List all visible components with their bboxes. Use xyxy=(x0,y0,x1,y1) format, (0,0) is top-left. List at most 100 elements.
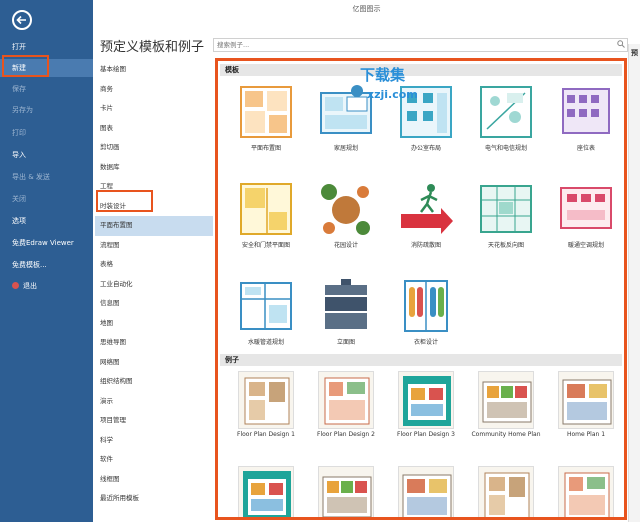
template-tile[interactable]: 水暖管道规划 xyxy=(226,275,306,347)
example-label: Community Home Plan xyxy=(471,431,541,438)
sidebar-item-save[interactable]: 保存 xyxy=(0,80,93,98)
category-item[interactable]: 时装设计 xyxy=(95,197,213,217)
example-tile[interactable]: Community Home Plan xyxy=(466,371,546,439)
category-item[interactable]: 软件 xyxy=(95,450,213,470)
category-item[interactable]: 工程 xyxy=(95,177,213,197)
templates-section-header: 模板 xyxy=(220,64,622,76)
template-label: 立面图 xyxy=(336,339,355,346)
example-thumbnail[interactable] xyxy=(238,466,294,517)
sidebar-item-import[interactable]: 导入 xyxy=(0,146,93,164)
example-thumbnail xyxy=(478,371,534,429)
search-icon[interactable] xyxy=(617,40,625,48)
template-label: 安全和门禁平面图 xyxy=(241,242,290,249)
sidebar-item-close[interactable]: 关闭 xyxy=(0,190,93,208)
category-item[interactable]: 图表 xyxy=(95,119,213,139)
category-item[interactable]: 数据库 xyxy=(95,158,213,178)
example-thumbnail xyxy=(238,371,294,429)
template-thumbnail xyxy=(317,275,375,337)
template-tile[interactable]: 立面图 xyxy=(306,275,386,347)
watermark-title: 下载集 xyxy=(360,66,406,84)
category-item[interactable]: 商务 xyxy=(95,80,213,100)
template-tile[interactable]: 暖通空调规划 xyxy=(546,178,624,250)
category-item[interactable]: 卡片 xyxy=(95,99,213,119)
sidebar-item-export-send[interactable]: 导出 & 发送 xyxy=(0,168,93,186)
example-thumbnail[interactable] xyxy=(398,466,454,517)
category-item[interactable]: 基本绘图 xyxy=(95,60,213,80)
template-tile[interactable]: 衣柜设计 xyxy=(386,275,466,347)
template-label: 电气和电信规划 xyxy=(484,145,527,152)
example-label: Home Plan 1 xyxy=(566,431,606,438)
back-arrow-icon[interactable] xyxy=(12,10,32,30)
template-thumbnail xyxy=(477,178,535,240)
template-label: 家居规划 xyxy=(333,145,358,152)
template-label: 座位表 xyxy=(576,145,595,152)
example-thumbnail[interactable] xyxy=(558,466,614,517)
exit-icon xyxy=(12,282,19,289)
example-label: Floor Plan Design 3 xyxy=(397,431,455,438)
template-tile[interactable]: 花园设计 xyxy=(306,178,386,250)
category-item[interactable]: 工业自动化 xyxy=(95,275,213,295)
category-item[interactable]: 科学 xyxy=(95,431,213,451)
template-thumbnail xyxy=(317,178,375,240)
page-title: 预定义模板和例子 xyxy=(100,40,205,55)
template-tile[interactable]: 消防疏散图 xyxy=(386,178,466,250)
template-tile[interactable]: 安全和门禁平面图 xyxy=(226,178,306,250)
category-item[interactable]: 演示 xyxy=(95,392,213,412)
example-thumbnail xyxy=(318,371,374,429)
example-thumbnail xyxy=(558,371,614,429)
sidebar-item-open[interactable]: 打开 xyxy=(0,38,93,56)
category-item[interactable]: 地图 xyxy=(95,314,213,334)
example-tile[interactable]: Floor Plan Design 2 xyxy=(306,371,386,439)
example-tile[interactable]: Home Plan 1 xyxy=(546,371,624,439)
template-tile[interactable]: 电气和电信规划 xyxy=(466,81,546,153)
template-thumbnail xyxy=(237,178,295,240)
template-label: 天花板反向图 xyxy=(487,242,524,249)
search-input[interactable] xyxy=(213,38,628,52)
template-thumbnail xyxy=(237,81,295,143)
template-thumbnail xyxy=(397,178,455,240)
template-label: 水暖管道规划 xyxy=(247,339,284,346)
sidebar-item-new[interactable]: 新建 xyxy=(0,59,93,77)
sidebar-item-exit[interactable]: 退出 xyxy=(0,277,93,295)
sidebar-item-print[interactable]: 打印 xyxy=(0,124,93,142)
category-item[interactable]: 思维导图 xyxy=(95,333,213,353)
category-item[interactable]: 网络图 xyxy=(95,353,213,373)
example-thumbnail[interactable] xyxy=(478,466,534,517)
template-label: 花园设计 xyxy=(333,242,358,249)
template-label: 衣柜设计 xyxy=(413,339,438,346)
template-tile[interactable]: 座位表 xyxy=(546,81,624,153)
sidebar-item-free-templates[interactable]: 免费模板... xyxy=(0,256,93,274)
category-item[interactable]: 剪切画 xyxy=(95,138,213,158)
template-thumbnail xyxy=(397,275,455,337)
template-label: 平面布置图 xyxy=(250,145,281,152)
category-item[interactable]: 线框图 xyxy=(95,470,213,490)
example-tile[interactable]: Floor Plan Design 1 xyxy=(226,371,306,439)
sidebar-item-save-as[interactable]: 另存为 xyxy=(0,101,93,119)
example-label: Floor Plan Design 1 xyxy=(237,431,295,438)
template-label: 消防疏散图 xyxy=(410,242,441,249)
category-item[interactable]: 最近所用模板 xyxy=(95,489,213,509)
category-item[interactable]: 平面布置图 xyxy=(95,216,213,236)
sidebar-item-options[interactable]: 选项 xyxy=(0,212,93,230)
example-label: Floor Plan Design 2 xyxy=(317,431,375,438)
preview-panel-label: 预 xyxy=(631,49,638,57)
template-tile[interactable]: 天花板反向图 xyxy=(466,178,546,250)
watermark-subtitle: xzji.com xyxy=(367,88,418,101)
example-tile[interactable]: Floor Plan Design 3 xyxy=(386,371,466,439)
category-item[interactable]: 表格 xyxy=(95,255,213,275)
template-tile[interactable]: 平面布置图 xyxy=(226,81,306,153)
template-thumbnail xyxy=(237,275,295,337)
sidebar-item-exit-label: 退出 xyxy=(23,282,37,290)
category-item[interactable]: 项目管理 xyxy=(95,411,213,431)
example-thumbnail[interactable] xyxy=(318,466,374,517)
sidebar-item-free-viewer[interactable]: 免费Edraw Viewer xyxy=(0,234,93,252)
category-item[interactable]: 流程图 xyxy=(95,236,213,256)
category-item[interactable]: 信息图 xyxy=(95,294,213,314)
category-item[interactable]: 组织结构图 xyxy=(95,372,213,392)
examples-section-header: 例子 xyxy=(220,354,622,366)
window-title: 亿图图示 xyxy=(352,5,381,13)
template-thumbnail xyxy=(477,81,535,143)
preview-panel-edge: 预 xyxy=(628,44,640,522)
sidebar: 打开 新建 保存 另存为 打印 导入 导出 & 发送 关闭 选项 免费Edraw… xyxy=(0,0,93,522)
example-thumbnail xyxy=(398,371,454,429)
